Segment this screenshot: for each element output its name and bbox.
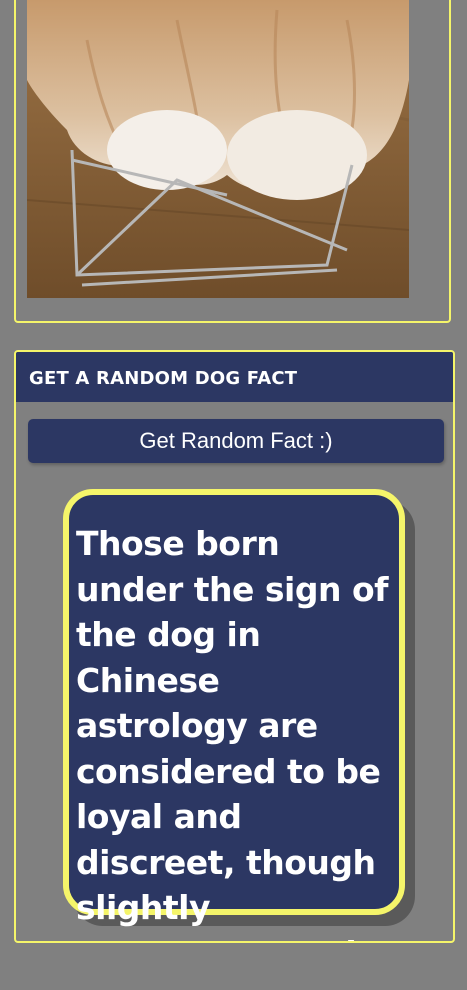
section-title: GET A RANDOM DOG FACT [16, 352, 453, 402]
fact-bubble: Those born under the sign of the dog in … [63, 489, 405, 941]
dog-photo [27, 0, 409, 298]
random-fact-card: GET A RANDOM DOG FACT Get Random Fact :)… [14, 350, 455, 943]
get-random-fact-button[interactable]: Get Random Fact :) [28, 419, 444, 463]
dog-photo-card [14, 0, 451, 323]
fact-text: Those born under the sign of the dog in … [76, 524, 388, 941]
